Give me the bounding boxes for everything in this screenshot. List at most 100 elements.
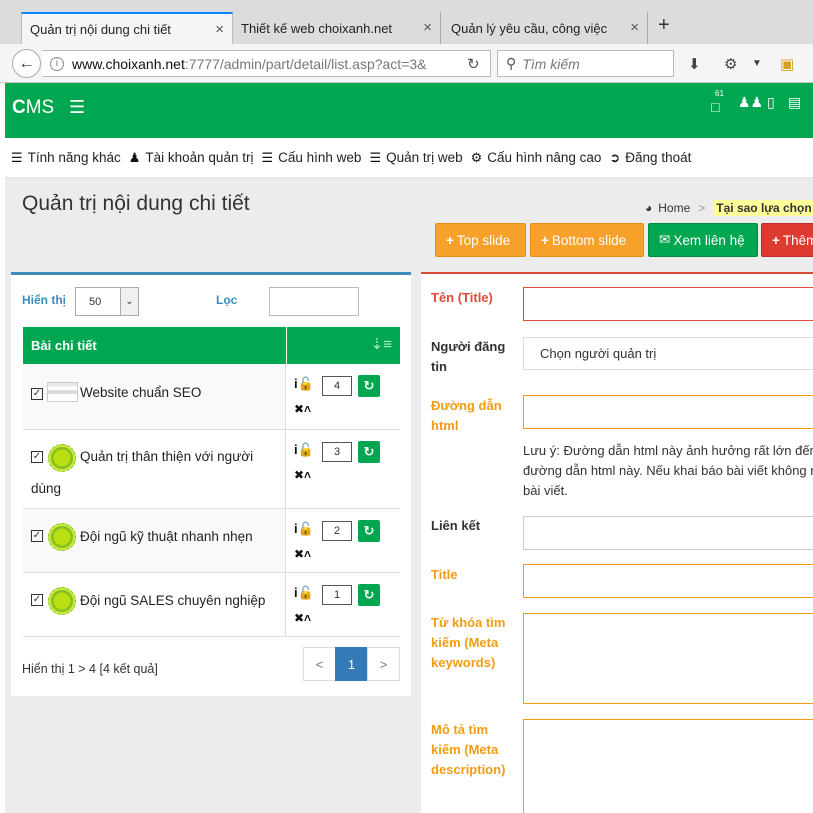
- pagination-prev[interactable]: <: [303, 647, 336, 681]
- menu-item-other-features[interactable]: ☰ Tính năng khác: [11, 150, 121, 166]
- row-title[interactable]: Đội ngũ SALES chuyên nghiệp: [80, 585, 265, 617]
- main-menu: ☰ Tính năng khác ♟ Tài khoản quản trị ☰ …: [5, 138, 813, 178]
- extension-icon[interactable]: ⚙: [724, 55, 737, 73]
- delete-top-icon[interactable]: ✖˄: [294, 611, 311, 625]
- tab-choixanh[interactable]: Thiết kế web choixanh.net ×: [233, 12, 441, 44]
- search-placeholder: Tìm kiếm: [522, 55, 580, 72]
- order-input[interactable]: 1: [322, 585, 352, 605]
- order-input[interactable]: 3: [322, 442, 352, 462]
- hamburger-menu-icon[interactable]: ☰: [69, 97, 85, 118]
- author-select[interactable]: Chọn người quản trị: [523, 337, 813, 370]
- users-icon[interactable]: ♟♟: [738, 94, 763, 111]
- add-button[interactable]: +Thêm: [761, 223, 813, 257]
- menu-item-advanced-config[interactable]: ⚙ Cấu hình nâng cao: [471, 150, 602, 166]
- pagination-page-1[interactable]: 1: [335, 647, 368, 681]
- title-label: Tên (Title): [431, 290, 493, 305]
- dashboard-icon: ◕: [645, 201, 653, 215]
- table-row: ✓ Đội ngũ SALES chuyên nghiệp i🔓 1 ↻ ✖˄: [23, 573, 400, 637]
- close-icon[interactable]: ×: [423, 19, 432, 36]
- tab-label: Quản lý yêu cầu, công việc: [451, 20, 608, 36]
- delete-top-icon[interactable]: ✖˄: [294, 547, 311, 561]
- filter-label: Lọc: [216, 293, 238, 307]
- info-unlock-icon[interactable]: i🔓: [294, 521, 314, 537]
- calendar-icon[interactable]: □: [711, 99, 719, 115]
- view-contact-button[interactable]: ✉ Xem liên hệ: [648, 223, 758, 257]
- menu-item-web-config[interactable]: ☰ Cấu hình web: [261, 150, 361, 166]
- row-checkbox[interactable]: ✓: [31, 530, 43, 542]
- title-input[interactable]: [523, 287, 813, 321]
- info-unlock-icon[interactable]: i🔓: [294, 442, 314, 458]
- url-text: www.choixanh.net:7777/admin/part/detail/…: [72, 55, 427, 72]
- keywords-textarea[interactable]: [523, 613, 813, 704]
- menu-item-web-admin[interactable]: ☰ Quản trị web: [369, 150, 462, 166]
- refresh-button[interactable]: ↻: [358, 375, 380, 397]
- refresh-button[interactable]: ↻: [358, 584, 380, 606]
- top-slide-button[interactable]: + Top slide: [435, 223, 526, 257]
- link-input[interactable]: [523, 516, 813, 550]
- filter-input[interactable]: [269, 287, 359, 316]
- new-tab-icon[interactable]: +: [658, 14, 670, 37]
- search-input[interactable]: ⚲ Tìm kiếm: [497, 50, 674, 77]
- url-bar[interactable]: i www.choixanh.net:7777/admin/part/detai…: [42, 50, 491, 77]
- envelope-icon: ✉: [659, 232, 671, 247]
- menu-item-admin-accounts[interactable]: ♟ Tài khoản quản trị: [129, 150, 254, 166]
- tab-label: Thiết kế web choixanh.net: [241, 20, 393, 36]
- mobile-icon[interactable]: ▯: [767, 94, 775, 111]
- close-icon[interactable]: ×: [630, 19, 639, 36]
- bottom-slide-button[interactable]: + Bottom slide: [530, 223, 644, 257]
- search-icon: ⚲: [506, 55, 517, 71]
- menu-item-logout[interactable]: ➲ Đăng thoát: [609, 150, 691, 166]
- gear-icon: ⚙: [470, 149, 483, 165]
- reload-icon[interactable]: ↻: [467, 55, 480, 73]
- breadcrumb: ◕ Home > Tại sao lựa chọn ch: [645, 200, 813, 216]
- description-label: Mô tả tìm kiếm (Meta description): [431, 722, 506, 777]
- detail-list-panel: Hiển thị 50 ⌄ Lọc Bài chi tiết ⇣≡ ✓ Webs…: [11, 272, 411, 696]
- table-row: ✓ Website chuẩn SEO i🔓 4 ↻ ✖˄: [23, 364, 400, 430]
- seo-title-label: Title: [431, 567, 458, 582]
- bar-chart-icon[interactable]: ▤: [788, 94, 801, 111]
- info-unlock-icon[interactable]: i🔓: [294, 376, 314, 392]
- row-title[interactable]: Đội ngũ kỹ thuật nhanh nhẹn: [80, 521, 253, 553]
- page-size-label: Hiển thị: [22, 293, 66, 307]
- delete-top-icon[interactable]: ✖˄: [294, 468, 311, 482]
- order-input[interactable]: 2: [322, 521, 352, 541]
- plus-icon: +: [772, 232, 780, 248]
- brand-logo[interactable]: CMS: [12, 97, 54, 119]
- cms-header: CMS ☰ 61 □ ♟♟ ▯ ▤: [5, 83, 813, 138]
- chevron-down-icon[interactable]: ▼: [752, 58, 762, 69]
- page-size-select[interactable]: 50 ⌄: [75, 287, 139, 316]
- breadcrumb-home[interactable]: Home: [658, 201, 690, 215]
- row-title[interactable]: Quản trị thân thiện với người dùng: [31, 441, 281, 505]
- author-label: Người đăng tin: [431, 339, 506, 374]
- addon-icon[interactable]: ▣: [780, 55, 794, 73]
- sort-icon[interactable]: ⇣≡: [286, 327, 400, 364]
- description-textarea[interactable]: [523, 719, 813, 813]
- user-icon: ♟: [128, 149, 141, 165]
- table-row: ✓ Đội ngũ kỹ thuật nhanh nhẹn i🔓 2 ↻ ✖˄: [23, 509, 400, 573]
- row-checkbox[interactable]: ✓: [31, 388, 43, 400]
- seo-title-input[interactable]: [523, 564, 813, 598]
- tab-label: Quản trị nội dung chi tiết: [30, 21, 171, 37]
- row-thumbnail: [48, 587, 76, 615]
- refresh-button[interactable]: ↻: [358, 520, 380, 542]
- tab-requests[interactable]: Quản lý yêu cầu, công việc ×: [443, 12, 648, 44]
- pagination: < 1 >: [303, 647, 400, 681]
- tab-cms-detail[interactable]: Quản trị nội dung chi tiết ×: [21, 12, 233, 44]
- list-icon: ☰: [261, 149, 274, 165]
- result-summary: Hiển thị 1 > 4 [4 kết quả]: [22, 662, 158, 676]
- download-icon[interactable]: ⬇: [688, 55, 701, 73]
- order-input[interactable]: 4: [322, 376, 352, 396]
- row-title[interactable]: Website chuẩn SEO: [80, 377, 201, 409]
- info-unlock-icon[interactable]: i🔓: [294, 585, 314, 601]
- back-button[interactable]: ←: [12, 49, 41, 78]
- plus-icon: +: [446, 232, 454, 248]
- delete-top-icon[interactable]: ✖˄: [294, 402, 311, 416]
- pagination-next[interactable]: >: [367, 647, 400, 681]
- info-icon[interactable]: i: [50, 56, 64, 71]
- notification-count: 61: [715, 89, 724, 98]
- html-path-label: Đường dẫn html: [431, 398, 502, 433]
- html-path-input[interactable]: [523, 395, 813, 429]
- refresh-button[interactable]: ↻: [358, 441, 380, 463]
- close-icon[interactable]: ×: [215, 21, 224, 38]
- row-checkbox[interactable]: ✓: [31, 594, 43, 606]
